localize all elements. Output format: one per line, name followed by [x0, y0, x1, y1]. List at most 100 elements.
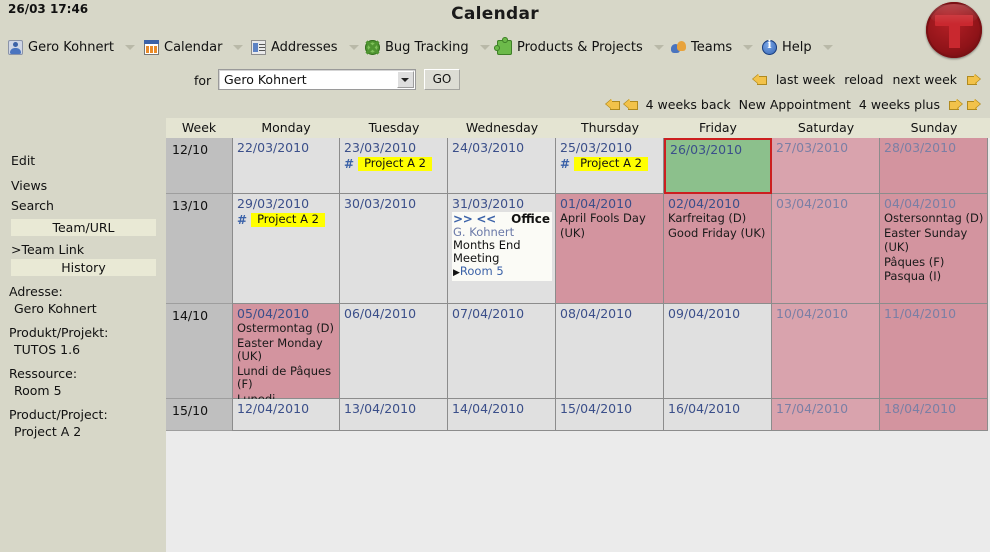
day-date-label[interactable]: 31/03/2010 [452, 196, 552, 211]
day-cell[interactable]: 11/04/2010 [880, 304, 988, 399]
arrow-right-icon[interactable] [966, 74, 980, 85]
menu-item-addresses[interactable]: Addresses [251, 34, 359, 60]
sidebar-item-views[interactable]: Views [11, 178, 47, 193]
reload-link[interactable]: reload [844, 72, 883, 87]
menu-item-user[interactable]: Gero Kohnert [8, 34, 135, 60]
hash-icon[interactable]: # [560, 157, 570, 171]
day-cell[interactable]: 15/04/2010 [556, 399, 664, 431]
week-number-cell[interactable]: 14/10 [166, 304, 232, 399]
day-date-label[interactable]: 18/04/2010 [884, 401, 984, 416]
day-date-label[interactable]: 13/04/2010 [344, 401, 444, 416]
last-week-link[interactable]: last week [776, 72, 835, 87]
day-date-label[interactable]: 14/04/2010 [452, 401, 552, 416]
day-date-label[interactable]: 06/04/2010 [344, 306, 444, 321]
sidebar-field-val-produkt[interactable]: TUTOS 1.6 [14, 342, 80, 357]
sidebar-item-edit[interactable]: Edit [11, 153, 35, 168]
day-date-label[interactable]: 22/03/2010 [237, 140, 336, 155]
chevron-down-icon[interactable] [653, 44, 664, 50]
four-weeks-plus-link[interactable]: 4 weeks plus [859, 97, 940, 112]
sidebar-item-search[interactable]: Search [11, 198, 54, 213]
chevron-down-icon[interactable] [743, 44, 754, 50]
menu-item-teams[interactable]: Teams [671, 34, 754, 60]
day-date-label[interactable]: 09/04/2010 [668, 306, 768, 321]
day-cell[interactable]: 10/04/2010 [772, 304, 880, 399]
day-cell[interactable]: 27/03/2010 [772, 138, 880, 194]
four-weeks-back-link[interactable]: 4 weeks back [646, 97, 731, 112]
day-cell[interactable]: 01/04/2010 April Fools Day (UK) [556, 194, 664, 304]
appointment-room[interactable]: ▶Room 5 [453, 265, 550, 280]
sidebar-field-val-ressource[interactable]: Room 5 [14, 383, 62, 398]
day-date-label[interactable]: 10/04/2010 [776, 306, 876, 321]
arrow-right-icon[interactable] [948, 99, 962, 110]
arrow-left-icon[interactable] [753, 74, 767, 85]
day-date-label[interactable]: 25/03/2010 [560, 140, 660, 155]
day-date-label[interactable]: 28/03/2010 [884, 140, 984, 155]
day-cell[interactable]: 07/04/2010 [448, 304, 556, 399]
day-date-label[interactable]: 27/03/2010 [776, 140, 876, 155]
arrow-right-icon[interactable] [966, 99, 980, 110]
day-cell[interactable]: 29/03/2010 # Project A 2 [232, 194, 340, 304]
day-cell[interactable]: 26/03/2010 [664, 138, 772, 194]
appointment-block[interactable]: Office >> << G. Kohnert Months End Meeting ▶R… [452, 212, 552, 281]
sidebar-section-history[interactable]: History [11, 259, 156, 276]
day-cell[interactable]: 13/04/2010 [340, 399, 448, 431]
day-date-label[interactable]: 05/04/2010 [237, 306, 336, 321]
day-cell[interactable]: 02/04/2010 Karfreitag (D) Good Friday (UK) [664, 194, 772, 304]
hash-icon[interactable]: # [237, 213, 247, 227]
next-week-link[interactable]: next week [892, 72, 957, 87]
chevron-down-icon[interactable] [124, 44, 135, 50]
day-date-label[interactable]: 16/04/2010 [668, 401, 768, 416]
appointment-header[interactable]: Office >> << [453, 212, 550, 226]
project-tag[interactable]: Project A 2 [574, 157, 648, 171]
day-cell[interactable]: 25/03/2010 # Project A 2 [556, 138, 664, 194]
sidebar-field-val-product[interactable]: Project A 2 [14, 424, 81, 439]
arrow-left-icon[interactable] [624, 99, 638, 110]
week-number-cell[interactable]: 15/10 [166, 399, 232, 431]
day-cell[interactable]: 12/04/2010 [232, 399, 340, 431]
chevron-down-icon[interactable] [348, 44, 359, 50]
menu-item-products-projects[interactable]: Products & Projects [494, 34, 664, 60]
week-number-cell[interactable]: 13/10 [166, 194, 232, 304]
day-date-label[interactable]: 29/03/2010 [237, 196, 336, 211]
day-date-label[interactable]: 08/04/2010 [560, 306, 660, 321]
day-date-label[interactable]: 03/04/2010 [776, 196, 876, 211]
project-tag[interactable]: Project A 2 [358, 157, 432, 171]
day-date-label[interactable]: 02/04/2010 [668, 196, 768, 211]
day-date-label[interactable]: 23/03/2010 [344, 140, 444, 155]
day-date-label[interactable]: 11/04/2010 [884, 306, 984, 321]
day-cell[interactable]: 30/03/2010 [340, 194, 448, 304]
chevron-down-icon[interactable] [233, 44, 244, 50]
user-select[interactable]: Gero Kohnert [218, 69, 416, 90]
chevron-down-icon[interactable] [822, 44, 833, 50]
appointment-time-markers[interactable]: >> << [453, 212, 496, 226]
day-cell[interactable]: 24/03/2010 [448, 138, 556, 194]
day-cell[interactable]: 08/04/2010 [556, 304, 664, 399]
go-button[interactable]: GO [424, 69, 460, 90]
hash-icon[interactable]: # [344, 157, 354, 171]
day-cell[interactable]: 05/04/2010 Ostermontag (D) Easter Monday (… [232, 304, 340, 419]
day-cell[interactable]: 04/04/2010 Ostersonntag (D) Easter Sunday(… [880, 194, 988, 304]
new-appointment-link[interactable]: New Appointment [739, 97, 851, 112]
day-date-label[interactable]: 01/04/2010 [560, 196, 660, 211]
day-cell[interactable]: 17/04/2010 [772, 399, 880, 431]
day-date-label[interactable]: 30/03/2010 [344, 196, 444, 211]
day-cell[interactable]: 06/04/2010 [340, 304, 448, 399]
project-tag[interactable]: Project A 2 [251, 213, 325, 227]
project-entry[interactable]: # Project A 2 [237, 213, 336, 227]
menu-item-bug-tracking[interactable]: Bug Tracking [365, 34, 490, 60]
arrow-left-icon[interactable] [606, 99, 620, 110]
day-date-label[interactable]: 04/04/2010 [884, 196, 984, 211]
day-date-label[interactable]: 12/04/2010 [237, 401, 336, 416]
day-cell[interactable]: 23/03/2010 # Project A 2 [340, 138, 448, 194]
project-entry[interactable]: # Project A 2 [344, 157, 444, 171]
sidebar-field-val-adresse[interactable]: Gero Kohnert [14, 301, 97, 316]
day-date-label[interactable]: 26/03/2010 [670, 142, 767, 157]
day-cell[interactable]: 03/04/2010 [772, 194, 880, 304]
chevron-down-icon[interactable] [397, 71, 414, 88]
day-date-label[interactable]: 07/04/2010 [452, 306, 552, 321]
day-cell[interactable]: 28/03/2010 [880, 138, 988, 194]
sidebar-section-team-url[interactable]: Team/URL [11, 219, 156, 236]
chevron-down-icon[interactable] [479, 44, 490, 50]
day-date-label[interactable]: 17/04/2010 [776, 401, 876, 416]
day-cell[interactable]: 31/03/2010 Office >> << G. Kohnert Months En… [448, 194, 556, 304]
